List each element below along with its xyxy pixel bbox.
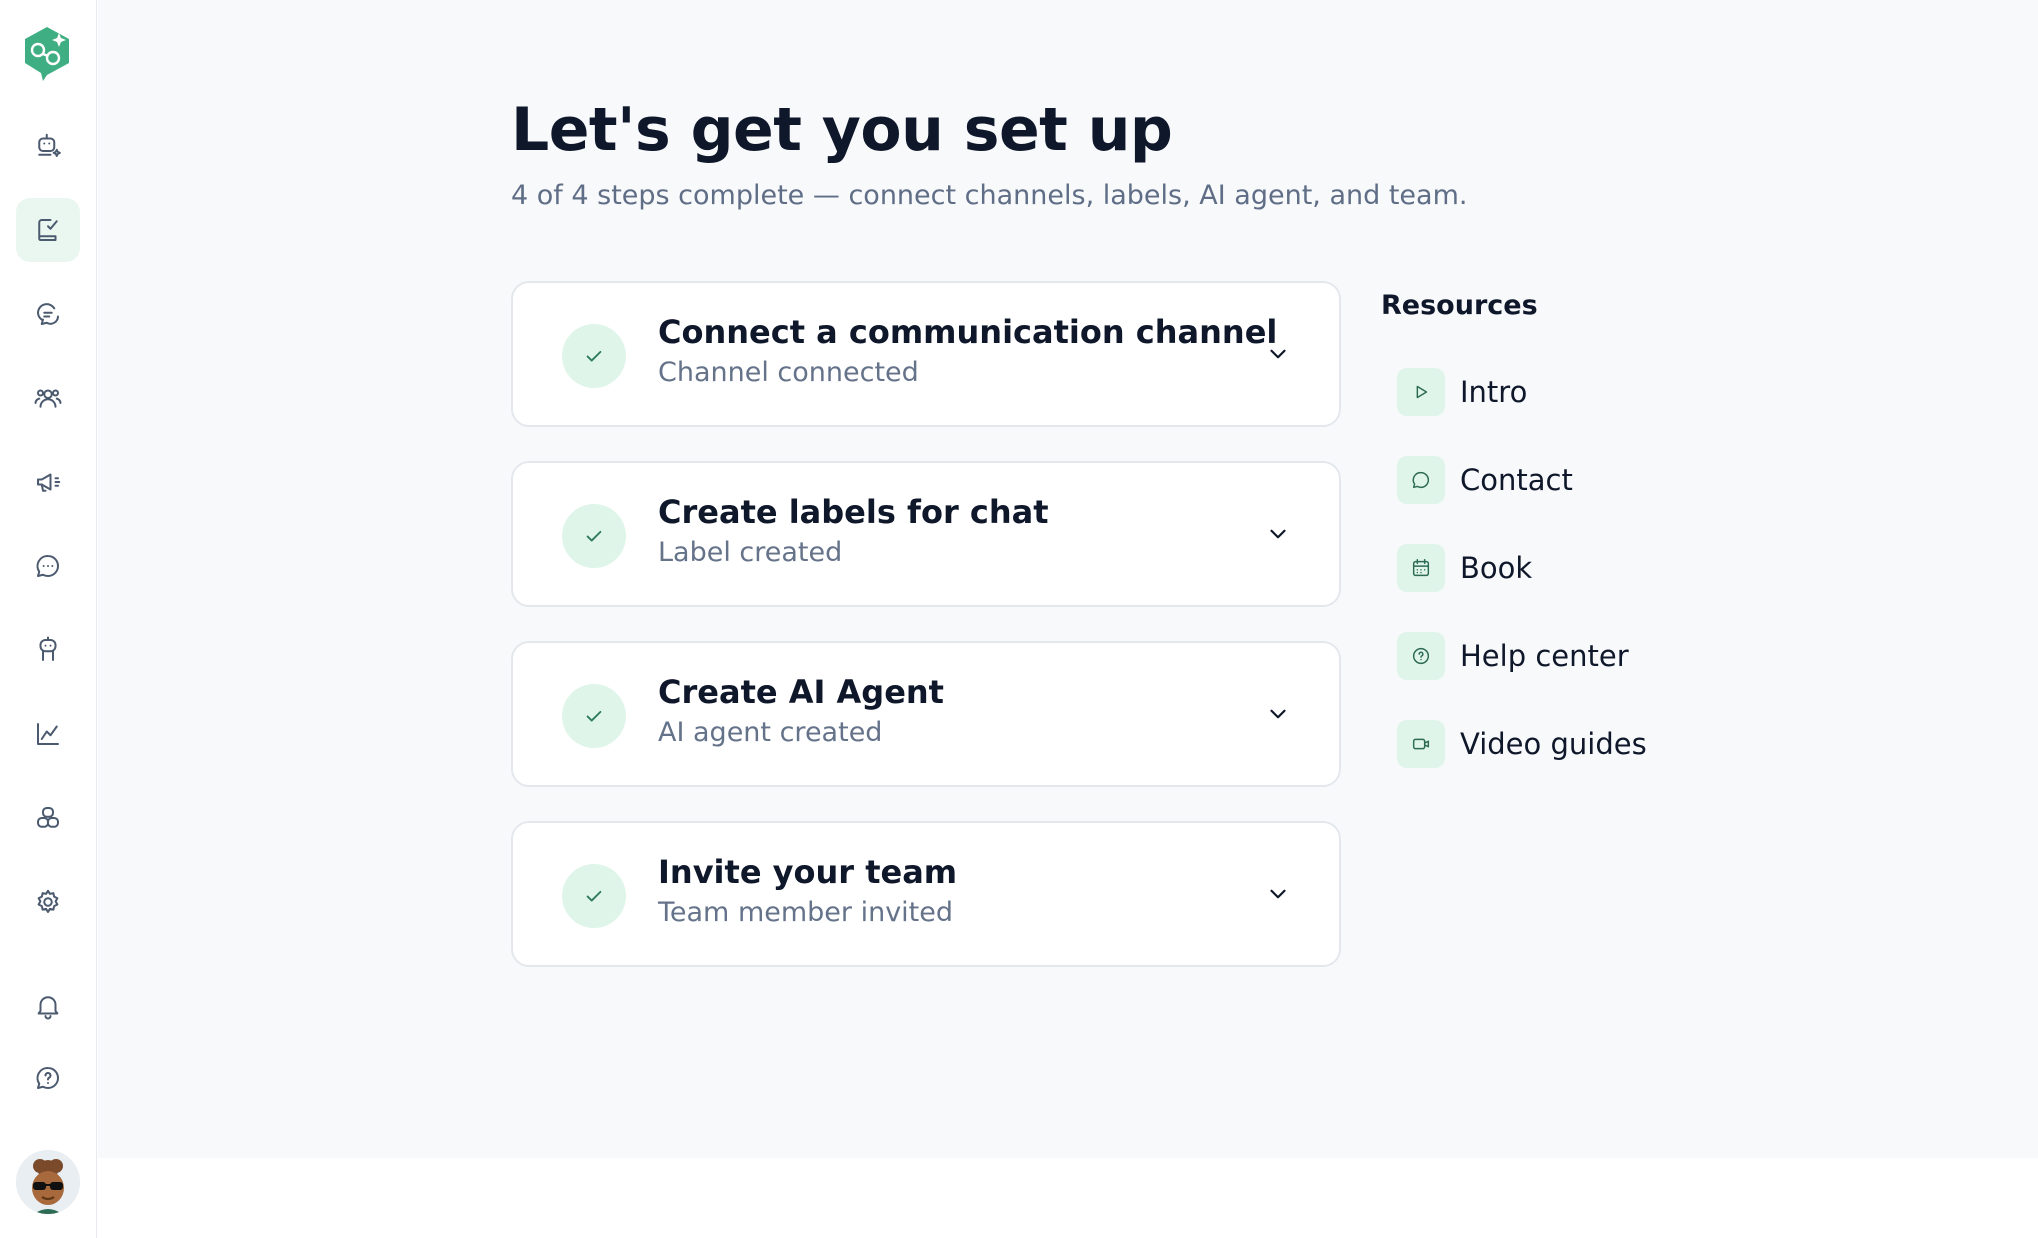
resource-label: Book	[1460, 551, 1533, 585]
reports-nav-button[interactable]	[16, 702, 80, 766]
step-title: Invite your team	[658, 853, 958, 891]
step-complete-indicator	[562, 864, 626, 928]
conversations-nav-button[interactable]	[16, 282, 80, 346]
main-content: Let's get you set up 4 of 4 steps comple…	[98, 0, 2038, 1158]
video-icon	[1412, 738, 1430, 750]
resources-heading: Resources	[1381, 290, 1538, 321]
check-icon	[586, 530, 602, 542]
step-title: Create labels for chat	[658, 493, 1049, 531]
ai-agent-icon	[39, 636, 57, 661]
step-card-labels[interactable]: Create labels for chat Label created	[511, 461, 1341, 607]
resource-icon-container	[1397, 544, 1445, 592]
expand-step-button[interactable]	[1265, 521, 1291, 547]
chat-bubble-icon	[1412, 471, 1429, 489]
notifications-nav-button[interactable]	[16, 974, 80, 1038]
reports-icon	[37, 723, 59, 745]
campaigns-icon	[37, 473, 61, 492]
step-status: AI agent created	[658, 717, 883, 748]
ai-agent-nav-button[interactable]	[16, 618, 80, 682]
app-logo[interactable]	[21, 23, 73, 83]
help-nav-button[interactable]	[16, 1046, 80, 1110]
resource-intro-link[interactable]: Intro	[1397, 367, 1527, 417]
chevron-down-icon	[1270, 889, 1286, 899]
step-complete-indicator	[562, 504, 626, 568]
onboarding-checklist-icon	[38, 219, 58, 241]
step-status: Channel connected	[658, 357, 919, 388]
step-title: Create AI Agent	[658, 673, 944, 711]
page-subtitle: 4 of 4 steps complete — connect channels…	[511, 180, 1468, 211]
step-card-channel[interactable]: Connect a communication channel Channel …	[511, 281, 1341, 427]
step-complete-indicator	[562, 324, 626, 388]
step-card-ai-agent[interactable]: Create AI Agent AI agent created	[511, 641, 1341, 787]
chevron-down-icon	[1270, 349, 1286, 359]
ai-assistant-icon	[38, 133, 61, 157]
expand-step-button[interactable]	[1265, 341, 1291, 367]
conversations-icon	[37, 303, 59, 325]
resource-help-center-link[interactable]: Help center	[1397, 631, 1629, 681]
check-icon	[586, 350, 602, 362]
step-complete-indicator	[562, 684, 626, 748]
resource-icon-container	[1397, 456, 1445, 504]
check-icon	[586, 890, 602, 902]
contacts-icon	[34, 389, 62, 408]
step-card-team[interactable]: Invite your team Team member invited	[511, 821, 1341, 967]
step-status: Label created	[658, 537, 843, 568]
resource-video-guides-link[interactable]: Video guides	[1397, 719, 1647, 769]
onboarding-nav-button[interactable]	[16, 198, 80, 262]
chat-nav-button[interactable]	[16, 534, 80, 598]
calendar-icon	[1412, 559, 1430, 577]
contacts-nav-button[interactable]	[16, 366, 80, 430]
resource-icon-container	[1397, 720, 1445, 768]
sidebar	[0, 0, 97, 1238]
chat-icon	[36, 555, 59, 577]
settings-nav-button[interactable]	[16, 870, 80, 934]
expand-step-button[interactable]	[1265, 701, 1291, 727]
page-title: Let's get you set up	[511, 95, 1173, 165]
step-status: Team member invited	[658, 897, 954, 928]
ai-assistant-nav-button[interactable]	[16, 114, 80, 178]
resource-label: Contact	[1460, 463, 1573, 497]
resource-label: Intro	[1460, 375, 1528, 409]
chevron-down-icon	[1270, 709, 1286, 719]
notifications-icon	[37, 996, 59, 1020]
resource-label: Help center	[1460, 639, 1629, 673]
integrations-icon	[37, 807, 59, 828]
question-icon	[1412, 647, 1430, 665]
check-icon	[586, 710, 602, 722]
user-avatar[interactable]	[16, 1150, 80, 1214]
resource-icon-container	[1397, 632, 1445, 680]
chevron-down-icon	[1270, 529, 1286, 539]
integrations-nav-button[interactable]	[16, 786, 80, 850]
expand-step-button[interactable]	[1265, 881, 1291, 907]
settings-icon	[37, 889, 59, 913]
campaigns-nav-button[interactable]	[16, 450, 80, 514]
resource-label: Video guides	[1460, 727, 1647, 761]
resource-icon-container	[1397, 368, 1445, 416]
resource-contact-link[interactable]: Contact	[1397, 455, 1573, 505]
resource-book-link[interactable]: Book	[1397, 543, 1532, 593]
play-icon	[1416, 385, 1428, 399]
help-icon	[36, 1067, 59, 1089]
step-title: Connect a communication channel	[658, 313, 1278, 351]
